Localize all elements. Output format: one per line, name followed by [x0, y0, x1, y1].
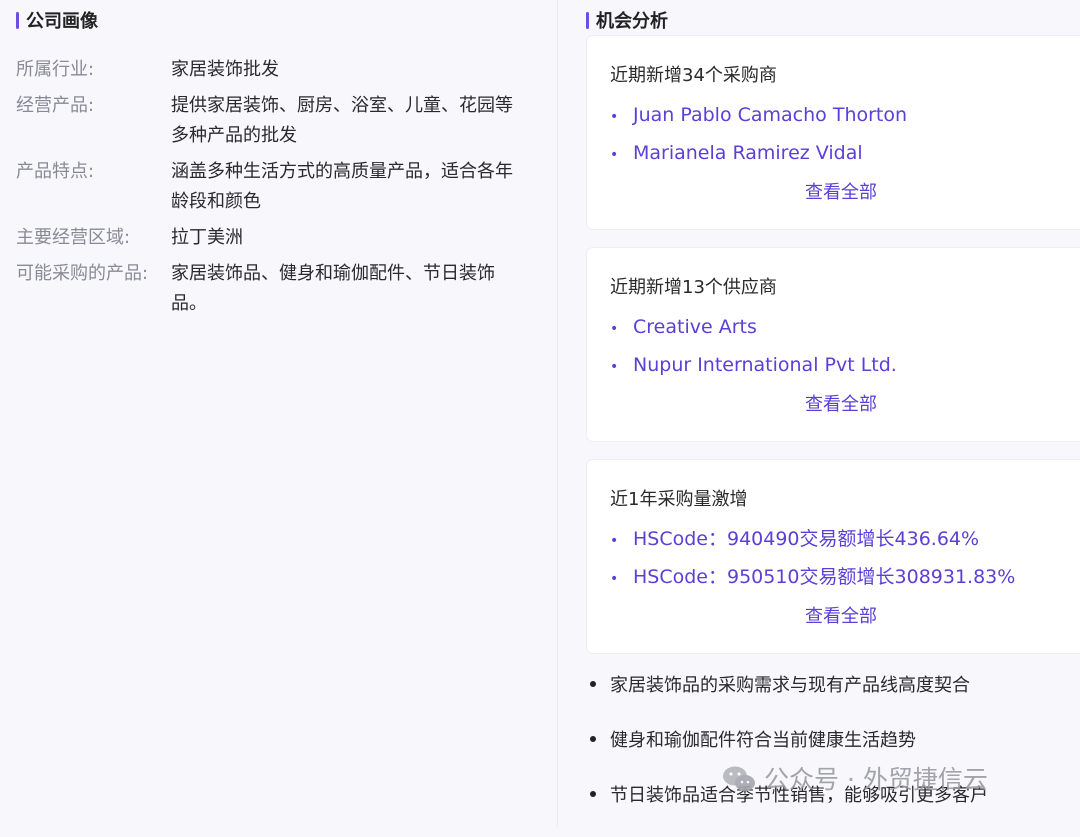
- bullet-dot-icon: •: [610, 533, 619, 549]
- card-heading: 近期新增13个供应商: [610, 277, 777, 298]
- card-heading: 近期新增34个采购商: [610, 65, 777, 86]
- profile-row-possible-purchases: 可能采购的产品: 家居装饰品、健身和瑜伽配件、节日装饰品。: [16, 259, 536, 319]
- opportunity-title-text: 机会分析: [596, 11, 668, 32]
- profile-value: 提供家居装饰、厨房、浴室、儿童、花园等多种产品的批发: [171, 95, 513, 146]
- profile-title-text: 公司画像: [26, 11, 98, 32]
- profile-label: 所属行业:: [16, 59, 95, 80]
- title-accent-bar: [16, 12, 19, 29]
- column-divider: [557, 0, 558, 827]
- hscode-link[interactable]: • HSCode：940490交易额增长436.64%: [610, 521, 1015, 559]
- view-all-hscodes-link[interactable]: 查看全部: [805, 604, 877, 630]
- bullet-dot-icon: •: [610, 109, 619, 125]
- profile-row-industry: 所属行业: 家居装饰批发: [16, 55, 536, 85]
- supplier-link[interactable]: • Nupur International Pvt Ltd.: [610, 347, 897, 385]
- buyer-link[interactable]: • Marianela Ramirez Vidal: [610, 135, 907, 173]
- view-all-suppliers-link[interactable]: 查看全部: [805, 392, 877, 418]
- watermark-text: 公众号 · 外贸捷信云: [764, 765, 988, 794]
- hscode-link[interactable]: • HSCode：950510交易额增长308931.83%: [610, 559, 1015, 597]
- profile-value: 家居装饰批发: [171, 59, 279, 80]
- buyer-name: Marianela Ramirez Vidal: [633, 142, 863, 164]
- buyer-link[interactable]: • Juan Pablo Camacho Thorton: [610, 97, 907, 135]
- watermark: 公众号 · 外贸捷信云: [722, 762, 988, 798]
- profile-value: 涵盖多种生活方式的高质量产品，适合各年龄段和颜色: [171, 161, 513, 212]
- bullet-dot-icon: •: [610, 147, 619, 163]
- profile-row-features: 产品特点: 涵盖多种生活方式的高质量产品，适合各年龄段和颜色: [16, 157, 536, 217]
- bullet-dot-icon: •: [610, 359, 619, 375]
- supplier-link[interactable]: • Creative Arts: [610, 309, 897, 347]
- purchase-surge-card: 近1年采购量激增 • HSCode：940490交易额增长436.64% • HSC…: [587, 460, 1080, 653]
- company-profile: 所属行业: 家居装饰批发 经营产品: 提供家居装饰、厨房、浴室、儿童、花园等多种…: [16, 55, 536, 325]
- buyer-name: Juan Pablo Camacho Thorton: [633, 104, 908, 126]
- profile-row-products: 经营产品: 提供家居装饰、厨房、浴室、儿童、花园等多种产品的批发: [16, 91, 536, 151]
- bullet-icon: [590, 736, 596, 742]
- hscode-list: • HSCode：940490交易额增长436.64% • HSCode：95051…: [610, 521, 1015, 597]
- insight-item: 健身和瑜伽配件符合当前健康生活趋势: [590, 727, 988, 755]
- profile-label: 主要经营区域:: [16, 227, 131, 248]
- profile-value: 拉丁美洲: [171, 227, 243, 248]
- hscode-text: HSCode：940490交易额增长436.64%: [633, 528, 980, 550]
- title-accent-bar: [586, 12, 589, 29]
- insight-list: 家居装饰品的采购需求与现有产品线高度契合 健身和瑜伽配件符合当前健康生活趋势 节…: [590, 672, 988, 837]
- profile-row-region: 主要经营区域: 拉丁美洲: [16, 223, 536, 253]
- profile-label: 产品特点:: [16, 161, 95, 182]
- supplier-name: Nupur International Pvt Ltd.: [633, 354, 897, 376]
- bullet-dot-icon: •: [610, 571, 619, 587]
- bullet-dot-icon: •: [610, 321, 619, 337]
- supplier-name: Creative Arts: [633, 316, 757, 338]
- profile-value: 家居装饰品、健身和瑜伽配件、节日装饰品。: [171, 263, 495, 314]
- new-suppliers-card: 近期新增13个供应商 • Creative Arts • Nupur Interna…: [587, 248, 1080, 441]
- profile-label: 经营产品:: [16, 95, 95, 116]
- supplier-list: • Creative Arts • Nupur International Pvt …: [610, 309, 897, 385]
- insight-text: 家居装饰品的采购需求与现有产品线高度契合: [610, 675, 970, 696]
- new-buyers-card: 近期新增34个采购商 • Juan Pablo Camacho Thorton •…: [587, 36, 1080, 229]
- profile-label: 可能采购的产品:: [16, 263, 149, 284]
- insight-item: 家居装饰品的采购需求与现有产品线高度契合: [590, 672, 988, 700]
- card-heading: 近1年采购量激增: [610, 489, 748, 510]
- opportunity-section-title: 机会分析: [586, 9, 668, 35]
- bullet-icon: [590, 791, 596, 797]
- insight-text: 健身和瑜伽配件符合当前健康生活趋势: [610, 730, 916, 751]
- profile-section-title: 公司画像: [16, 9, 98, 35]
- view-all-buyers-link[interactable]: 查看全部: [805, 180, 877, 206]
- wechat-icon: [723, 766, 755, 791]
- bullet-icon: [590, 681, 596, 687]
- buyer-list: • Juan Pablo Camacho Thorton • Marianela R…: [610, 97, 907, 173]
- hscode-text: HSCode：950510交易额增长308931.83%: [633, 566, 1016, 588]
